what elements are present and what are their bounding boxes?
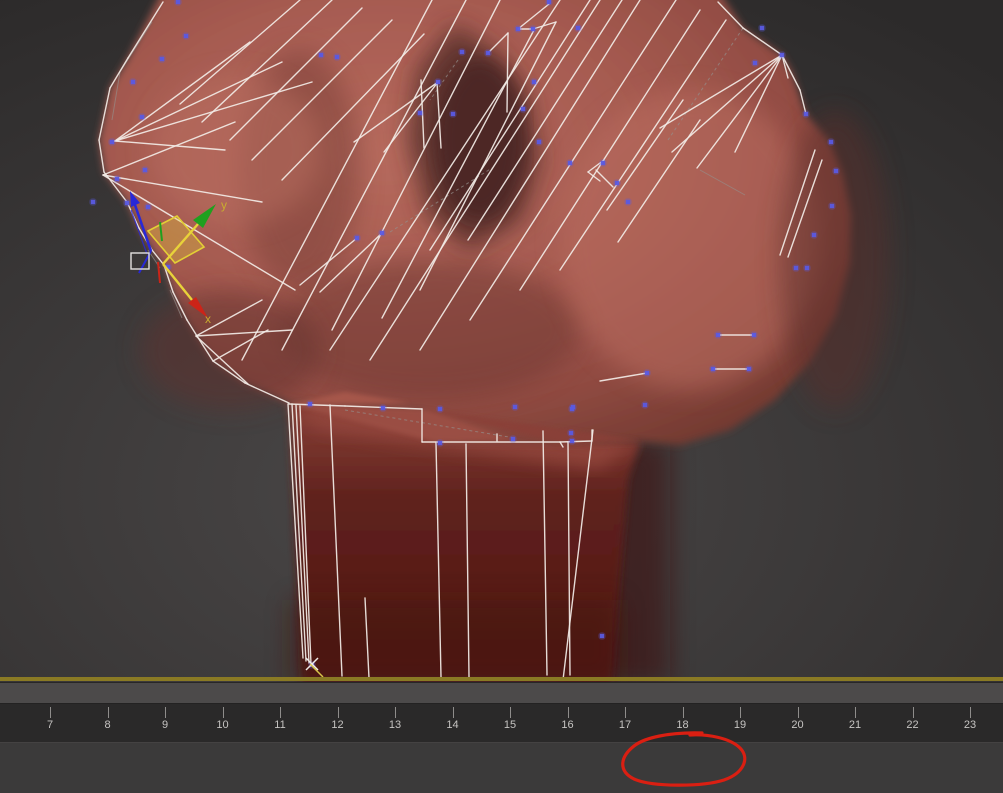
- timeline-tick: [740, 707, 741, 718]
- timeline-tick: [682, 707, 684, 718]
- foliage-mesh: [99, 0, 890, 445]
- timeline-tick: [970, 707, 971, 718]
- timeline-tick-label: 12: [331, 719, 344, 731]
- timeline-tick-label: 10: [216, 719, 229, 731]
- timeline-tick-label: 22: [906, 719, 919, 731]
- viewport-3d[interactable]: y x: [0, 0, 1003, 682]
- timeline-tick: [50, 707, 51, 718]
- timeline-ruler[interactable]: 7 8 9 10 11 12 13 14 15 16 17 18 19 20 21 22 23: [0, 704, 1003, 742]
- time-slider-track[interactable]: [0, 682, 1003, 704]
- gizmo-y-label: y: [221, 198, 227, 212]
- timeline-tick: [165, 707, 166, 718]
- timeline-tick: [567, 707, 569, 718]
- timeline-tick-label: 23: [963, 719, 977, 731]
- timeline-tick: [107, 707, 109, 718]
- timeline-tick-label: 15: [503, 719, 517, 731]
- timeline-tick: [510, 707, 511, 718]
- timeline-tick-label: 11: [274, 719, 286, 731]
- timeline-tick: [855, 707, 856, 718]
- timeline-tick-label: 18: [676, 719, 689, 731]
- timeline-tick: [452, 707, 454, 718]
- timeline-tick-label: 7: [46, 719, 54, 731]
- timeline-tick: [337, 707, 339, 718]
- timeline-tick: [222, 707, 224, 718]
- ground-grid-line: [0, 677, 1003, 681]
- timeline-tick-label: 14: [446, 719, 459, 731]
- timeline-tick: [797, 707, 799, 718]
- timeline-tick-label: 9: [161, 719, 169, 731]
- timeline-tick-label: 21: [848, 719, 862, 731]
- trunk-mesh: [289, 403, 670, 682]
- status-bar: X: -1399662,5 Y: -33925,0cm Z: 1745,401c…: [0, 742, 1003, 793]
- gizmo-x-label: x: [205, 312, 211, 326]
- timeline-tick-label: 20: [791, 719, 804, 731]
- timeline-tick-label: 19: [733, 719, 747, 731]
- timeline-tick-label: 8: [104, 719, 111, 731]
- timeline-tick-label: 16: [561, 719, 574, 731]
- timeline-tick: [280, 707, 281, 718]
- timeline-tick: [395, 707, 396, 718]
- timeline-tick-label: 13: [388, 719, 402, 731]
- timeline-tick-label: 17: [618, 719, 632, 731]
- 3ds-max-window: y x 7 8 9 10 11 12 13 14 15 16 17 18 19 20 21 22 23: [0, 0, 1003, 793]
- timeline-tick: [625, 707, 626, 718]
- timeline-tick: [912, 707, 914, 718]
